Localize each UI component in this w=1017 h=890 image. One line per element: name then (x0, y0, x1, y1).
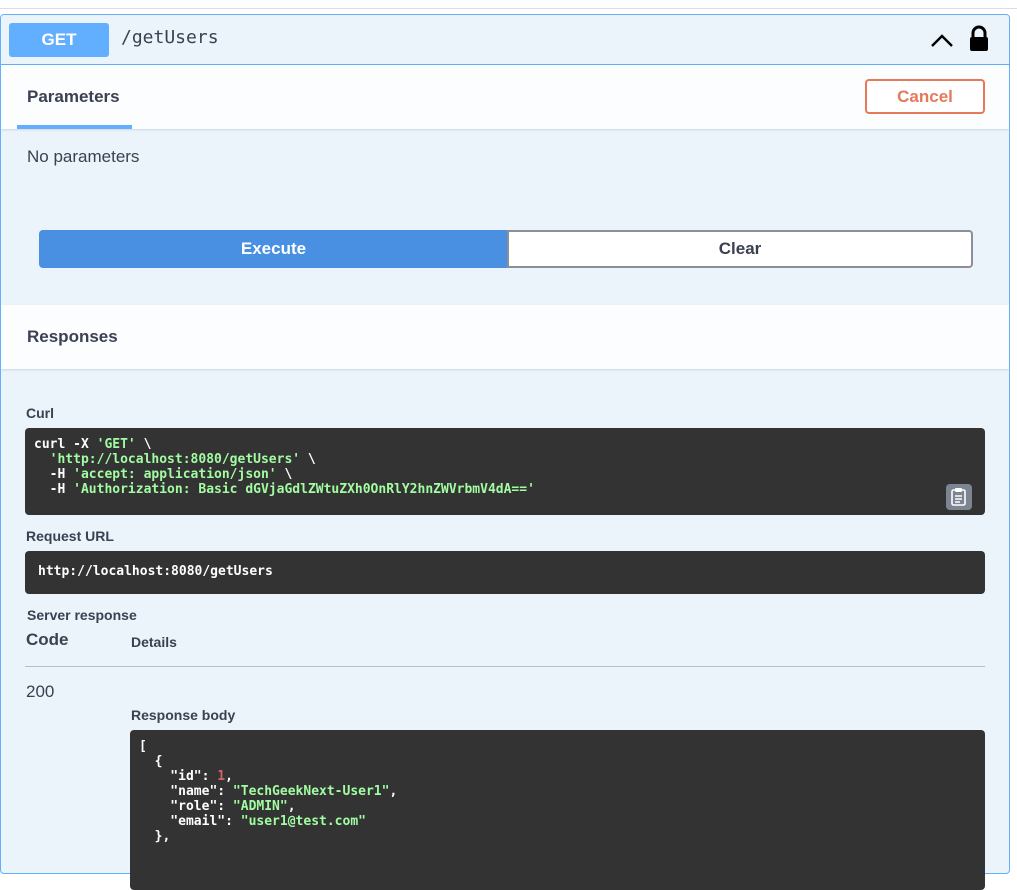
response-body-label: Response body (131, 707, 236, 723)
cancel-button[interactable]: Cancel (865, 79, 985, 114)
tab-parameters-label: Parameters (27, 87, 120, 106)
table-divider (25, 666, 985, 667)
tab-parameters[interactable]: Parameters (17, 65, 132, 129)
top-divider (0, 8, 1017, 9)
response-body-code: [ { "id": 1, "name": "TechGeekNext-User1… (139, 739, 398, 844)
request-url-label: Request URL (26, 528, 114, 544)
no-parameters-text: No parameters (27, 147, 140, 166)
response-body-block[interactable]: [ { "id": 1, "name": "TechGeekNext-User1… (130, 730, 985, 890)
chevron-up-icon[interactable] (929, 29, 955, 51)
responses-title: Responses (27, 327, 118, 346)
clear-button[interactable]: Clear (507, 230, 973, 268)
responses-header: Responses (1, 305, 1009, 369)
details-column-header: Details (131, 634, 177, 650)
endpoint-path: /getUsers (121, 27, 219, 48)
clipboard-copy-icon[interactable] (946, 484, 972, 510)
curl-code-block[interactable]: curl -X 'GET' \ 'http://localhost:8080/g… (25, 428, 985, 515)
request-url-value: http://localhost:8080/getUsers (38, 564, 273, 579)
curl-label: Curl (26, 405, 54, 421)
parameters-header: Parameters Cancel (1, 65, 1009, 129)
request-url-block[interactable]: http://localhost:8080/getUsers (25, 551, 985, 594)
server-response-label: Server response (27, 607, 137, 623)
operation-summary[interactable]: GET /getUsers (1, 15, 1009, 65)
http-method-badge: GET (9, 23, 109, 57)
curl-code: curl -X 'GET' \ 'http://localhost:8080/g… (34, 437, 535, 497)
lock-icon[interactable] (967, 25, 991, 53)
execute-button[interactable]: Execute (39, 230, 508, 268)
code-column-header: Code (26, 630, 69, 649)
response-status-code: 200 (26, 682, 55, 701)
